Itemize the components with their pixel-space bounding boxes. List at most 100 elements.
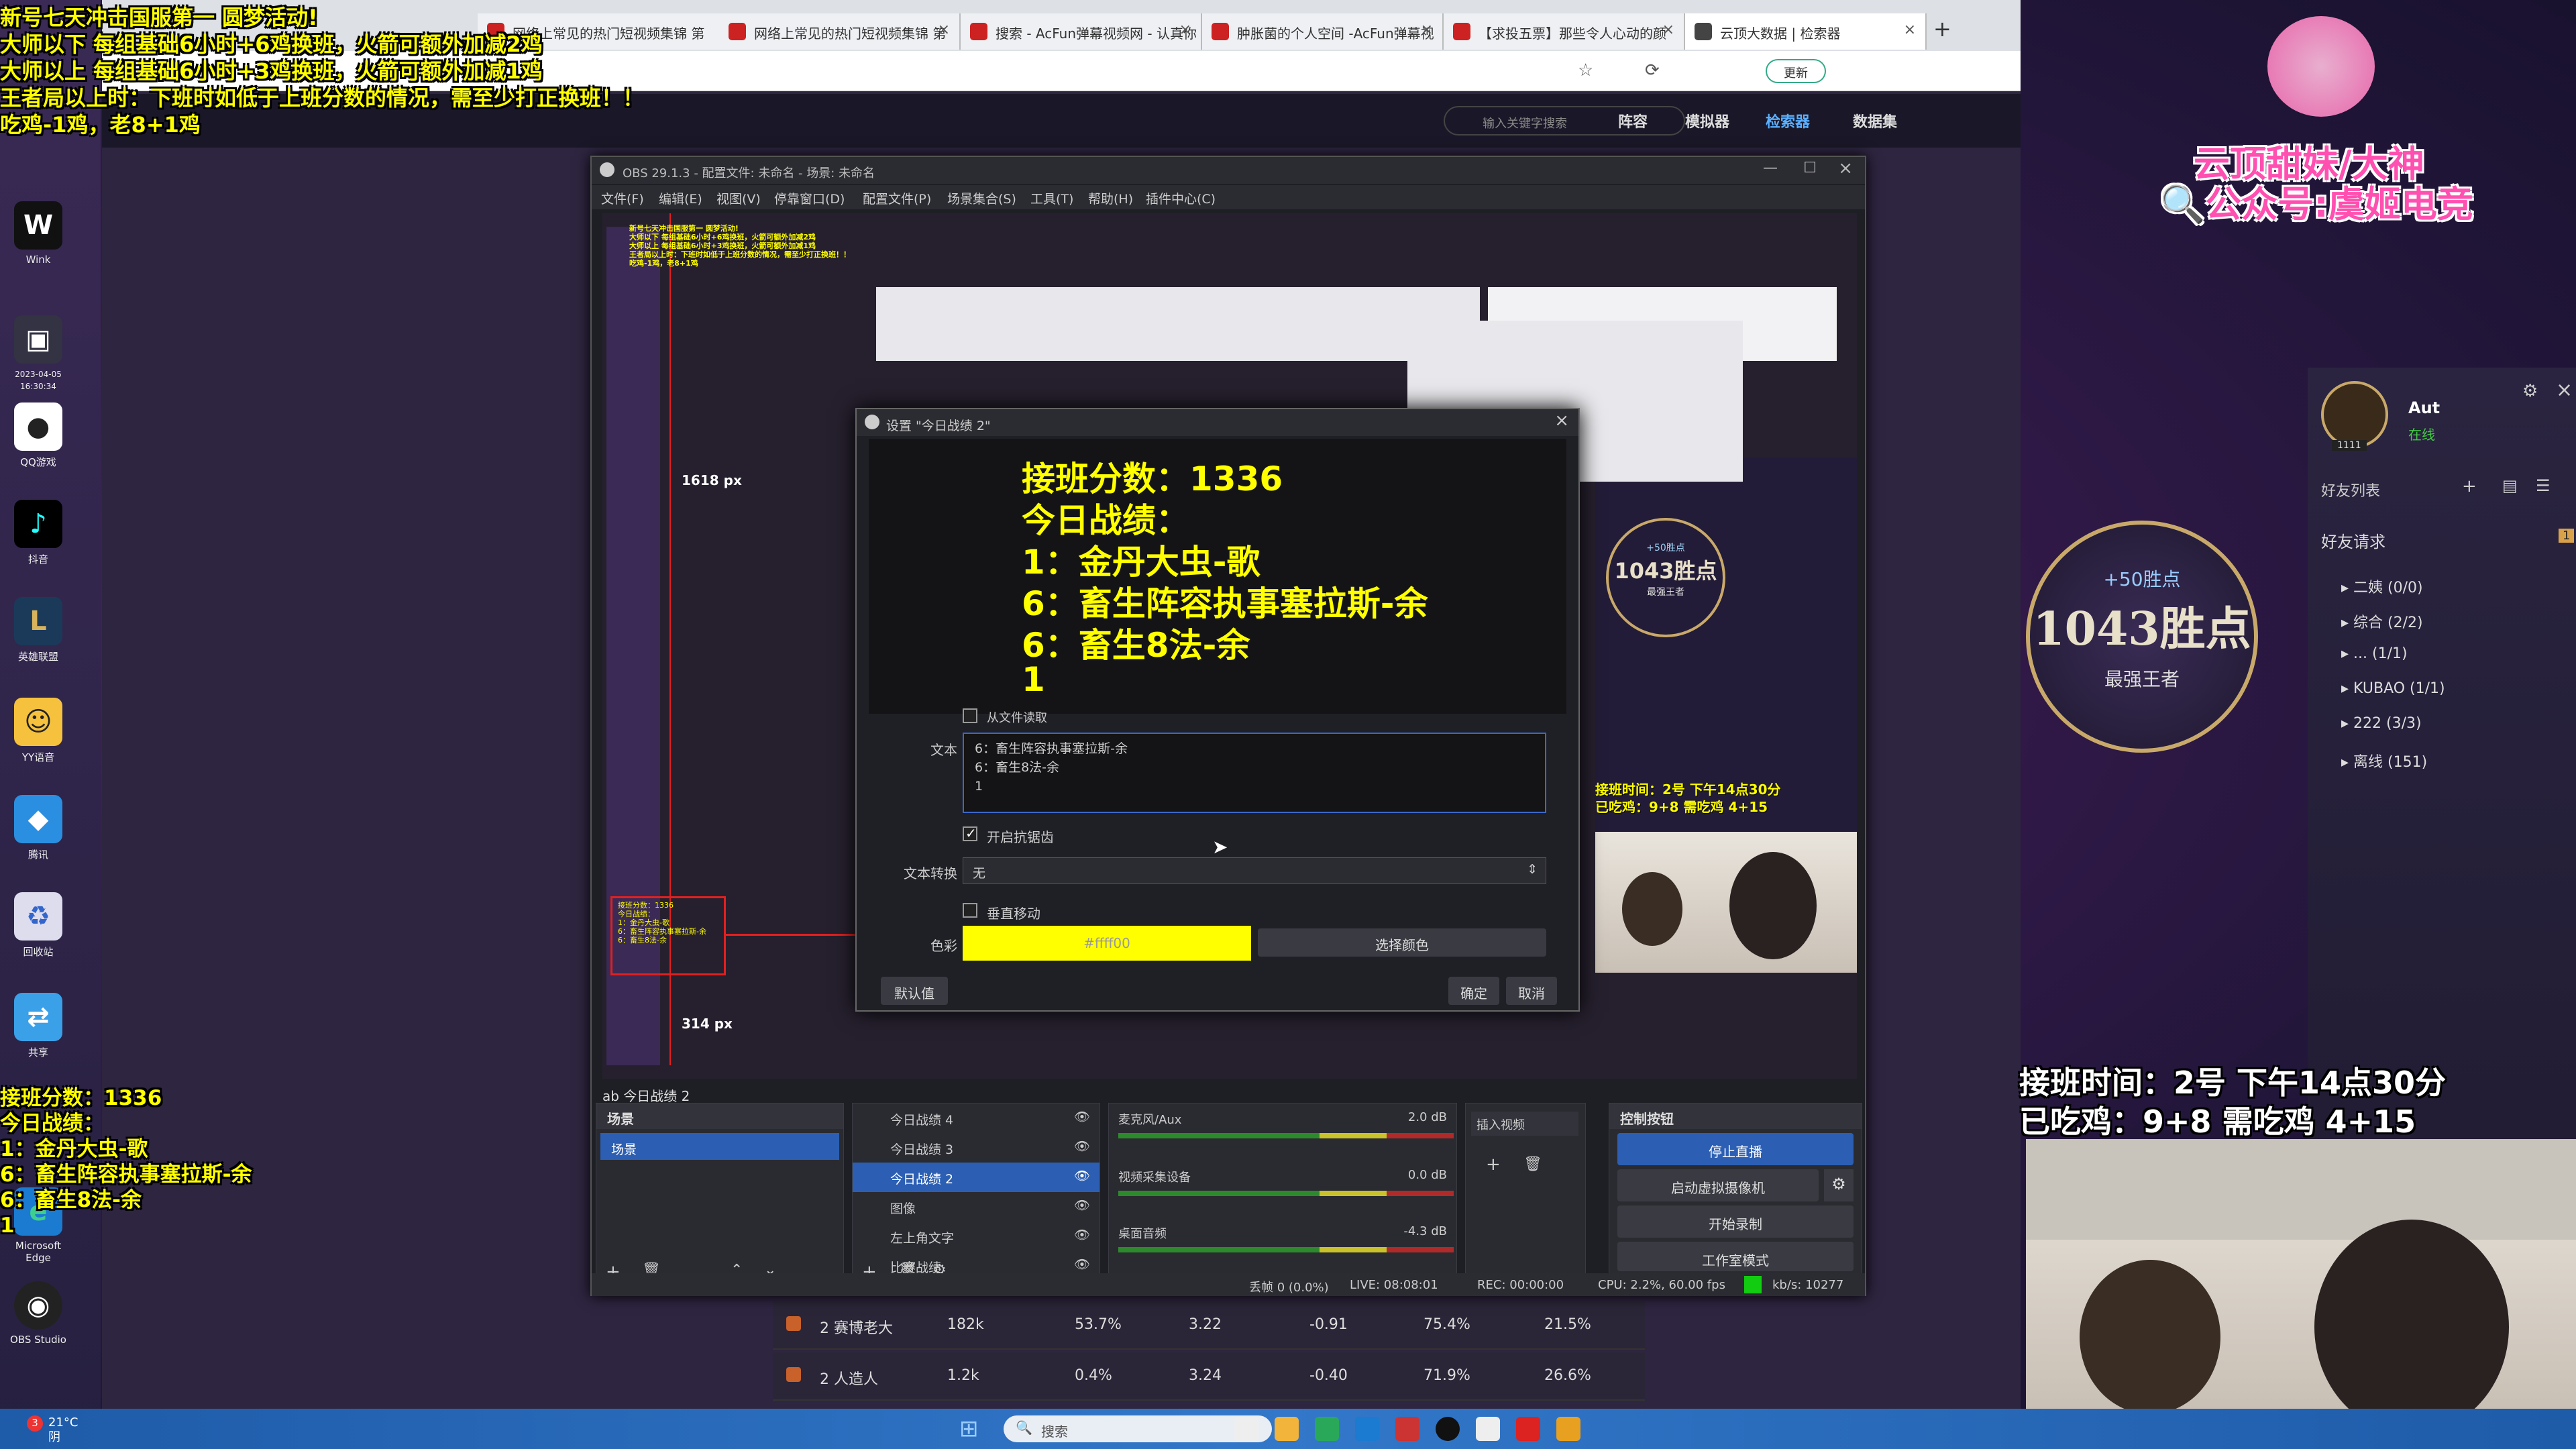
file-explorer-icon[interactable] (1275, 1417, 1299, 1441)
source-item-selected[interactable]: 今日战绩 2 👁 (853, 1163, 1099, 1192)
menu-help[interactable]: 帮助(H) (1088, 189, 1133, 207)
close-icon[interactable]: × (1554, 411, 1569, 431)
eye-icon[interactable]: 👁 (1074, 1227, 1090, 1242)
maximize-icon[interactable]: ☐ (1803, 160, 1817, 176)
color-swatch[interactable]: #ffff00 (963, 926, 1251, 961)
source-item[interactable]: 左上角文字 👁 (853, 1222, 1099, 1251)
browser-tab[interactable]: 【求投五票】那些令人心动的颜 × (1444, 13, 1685, 50)
close-icon[interactable]: × (938, 21, 950, 38)
browser-tab[interactable]: 搜索 - AcFun弹幕视频网 - 认真你 × (961, 13, 1202, 50)
edge-icon[interactable] (1315, 1417, 1339, 1441)
source-item[interactable]: 今日战绩 4 👁 (853, 1104, 1099, 1133)
gear-icon[interactable]: ⚙ (1824, 1169, 1854, 1201)
friend-group[interactable]: ▸ 222 (3/3) (2341, 715, 2422, 732)
desktop-icon-tencent[interactable]: ◆ 腾讯 (8, 795, 68, 861)
eye-icon[interactable]: 👁 (1074, 1138, 1090, 1154)
stop-streaming-button[interactable]: 停止直播 (1617, 1133, 1854, 1165)
trash-icon[interactable]: 🗑 (1523, 1156, 1542, 1173)
site-search-input[interactable]: 输入关键字搜索 (1444, 106, 1685, 136)
antialias-checkbox[interactable] (963, 825, 977, 841)
update-button[interactable]: 更新 (1766, 59, 1826, 83)
new-tab-button[interactable]: + (1933, 16, 1951, 42)
selected-source-bounds[interactable]: 接班分数：1336 今日战绩： 1：金丹大虫-歌 6：畜生阵容执事塞拉斯-余 6：畜生8… (610, 896, 726, 975)
menu-scene-collection[interactable]: 场景集合(S) (947, 189, 1016, 207)
avatar[interactable] (2321, 381, 2388, 448)
menu-profile[interactable]: 配置文件(P) (863, 189, 931, 207)
friend-group[interactable]: ▸ ... (1/1) (2341, 645, 2408, 662)
desktop-icon-screenshot[interactable]: ▣ 2023-04-05 16:30:34 (8, 315, 68, 392)
add-icon[interactable]: + (1486, 1155, 1501, 1175)
desktop-icon-obs[interactable]: ◉ OBS Studio (8, 1281, 68, 1346)
from-file-checkbox[interactable] (963, 708, 977, 723)
minimize-icon[interactable]: — (1763, 160, 1778, 176)
desktop-icon-recycle[interactable]: ♻ 回收站 (8, 892, 68, 959)
close-icon[interactable]: × (2556, 378, 2573, 402)
obs-icon[interactable] (1436, 1417, 1460, 1441)
nav-item[interactable]: 数据集 (1853, 110, 1897, 131)
nav-item-active[interactable]: 检索器 (1766, 110, 1810, 131)
text-input[interactable]: 6：畜生阵容执事塞拉斯-余 6：畜生8法-余 1 (963, 733, 1546, 813)
eye-icon[interactable]: 👁 (1074, 1109, 1090, 1124)
menu-tools[interactable]: 工具(T) (1030, 189, 1073, 207)
desktop-icon-qqgame[interactable]: ● QQ游戏 (8, 402, 68, 469)
app-icon[interactable] (1395, 1417, 1419, 1441)
store-icon[interactable] (1355, 1417, 1379, 1441)
virtual-camera-button[interactable]: 启动虚拟摄像机 (1617, 1169, 1819, 1201)
table-row[interactable]: 2 赛博老大 182k 53.7% 3.22 -0.91 75.4% 21.5% (773, 1301, 1645, 1350)
vertical-checkbox[interactable] (963, 903, 977, 918)
close-icon[interactable]: × (1421, 21, 1433, 38)
desktop-icon-douyin[interactable]: ♪ 抖音 (8, 500, 68, 566)
desktop-icon-yy[interactable]: ☺ YY语音 (8, 698, 68, 764)
transition-select[interactable]: 插入视频 (1471, 1112, 1578, 1136)
desktop-icon-share[interactable]: ⇄ 共享 (8, 993, 68, 1059)
eye-icon[interactable]: 👁 (1074, 1256, 1090, 1272)
text-transform-select[interactable]: 无 ⇕ (963, 857, 1546, 884)
app-icon[interactable] (1516, 1417, 1540, 1441)
browser-tab[interactable]: 网络上常见的热门短视频集锦 第× (719, 13, 961, 50)
menu-plugins[interactable]: 插件中心(C) (1146, 189, 1216, 207)
star-icon[interactable]: ☆ (1578, 60, 1593, 80)
friend-group[interactable]: ▸ KUBAO (1/1) (2341, 680, 2445, 697)
gear-icon[interactable]: ⚙ (2522, 381, 2538, 401)
start-recording-button[interactable]: 开始录制 (1617, 1205, 1854, 1238)
preview-webcam (1595, 832, 1857, 973)
studio-mode-button[interactable]: 工作室模式 (1617, 1242, 1854, 1271)
source-item[interactable]: 今日战绩 3 👁 (853, 1133, 1099, 1163)
folder-icon[interactable]: ▤ (2502, 476, 2518, 495)
menu-edit[interactable]: 编辑(E) (659, 189, 702, 207)
close-icon[interactable]: × (1904, 21, 1916, 38)
nav-item[interactable]: 阵容 (1618, 110, 1648, 131)
table-row[interactable]: 2 人造人 1.2k 0.4% 3.24 -0.40 71.9% 26.6% (773, 1352, 1645, 1401)
desktop-icon-lol[interactable]: L 英雄联盟 (8, 597, 68, 663)
menu-docks[interactable]: 停靠窗口(D) (774, 189, 845, 207)
scene-item[interactable]: 场景 (600, 1133, 839, 1160)
list-icon[interactable]: ☰ (2536, 476, 2551, 495)
history-icon[interactable]: ⟳ (1645, 60, 1660, 80)
app-icon[interactable] (1556, 1417, 1580, 1441)
friend-group[interactable]: ▸ 二姨 (0/0) (2341, 576, 2423, 597)
taskbar-search[interactable]: 🔍 搜索 (1004, 1415, 1272, 1442)
friend-group[interactable]: ▸ 综合 (2/2) (2341, 610, 2423, 632)
browser-tab[interactable]: 肿胀菌的个人空间 -AcFun弹幕视 × (1202, 13, 1444, 50)
cancel-button[interactable]: 取消 (1506, 977, 1557, 1005)
windows-start-icon[interactable]: ⊞ (959, 1415, 986, 1442)
close-icon[interactable]: × (1838, 158, 1853, 178)
nav-item[interactable]: 模拟器 (1685, 110, 1729, 131)
friend-group[interactable]: ▸ 离线 (151) (2341, 750, 2427, 771)
eye-icon[interactable]: 👁 (1074, 1197, 1090, 1213)
defaults-button[interactable]: 默认值 (881, 977, 948, 1005)
desktop-icon-wink[interactable]: W Wink (8, 201, 68, 266)
browser-tab-active[interactable]: 云顶大数据 | 检索器 × (1685, 13, 1927, 50)
app-icon[interactable] (1476, 1417, 1500, 1441)
select-color-button[interactable]: 选择颜色 (1258, 928, 1546, 957)
add-friend-icon[interactable]: + (2462, 476, 2477, 496)
source-item[interactable]: 图像 👁 (853, 1192, 1099, 1222)
ok-button[interactable]: 确定 (1448, 977, 1499, 1005)
menu-file[interactable]: 文件(F) (601, 189, 644, 207)
menu-view[interactable]: 视图(V) (716, 189, 761, 207)
close-icon[interactable]: × (1662, 21, 1674, 38)
close-icon[interactable]: × (1179, 21, 1191, 38)
weather-widget[interactable]: 3 21°C 阴 (13, 1415, 78, 1445)
eye-icon[interactable]: 👁 (1074, 1168, 1090, 1183)
task-view-icon[interactable] (1234, 1417, 1258, 1441)
